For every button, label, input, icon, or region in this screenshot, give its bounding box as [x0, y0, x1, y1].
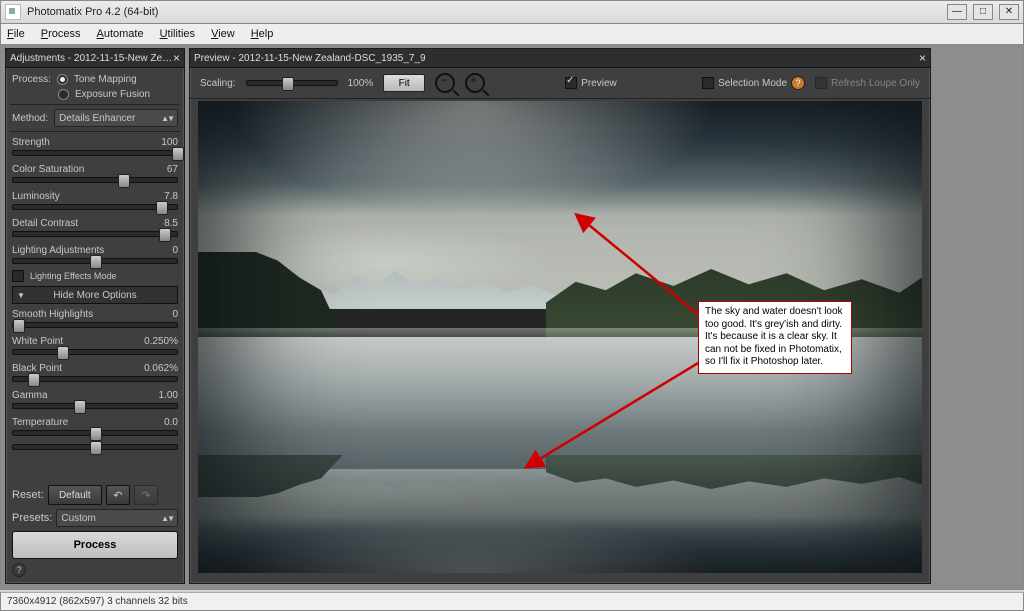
default-button[interactable]: Default — [48, 485, 102, 505]
help-button[interactable]: ? — [12, 563, 26, 577]
process-label: Process: — [12, 74, 51, 85]
maximize-button[interactable]: □ — [973, 4, 993, 20]
main-slider-slider[interactable] — [12, 204, 178, 210]
annotation-callout: The sky and water doesn't look too good.… — [698, 301, 852, 374]
method-label: Method: — [12, 113, 48, 124]
more-slider-slider[interactable] — [12, 376, 178, 382]
more-slider-value: 0.0 — [164, 417, 178, 428]
main-slider-value: 67 — [167, 164, 178, 175]
adjustments-panel: Adjustments - 2012-11-15-New Ze… × Proce… — [5, 48, 185, 584]
more-slider-slider[interactable] — [12, 349, 178, 355]
more-slider-value: 0 — [172, 309, 178, 320]
presets-label: Presets: — [12, 512, 52, 524]
more-slider-slider[interactable] — [12, 430, 178, 436]
preview-title-bar[interactable]: Preview - 2012-11-15-New Zealand-DSC_193… — [190, 49, 930, 68]
preview-toolbar: Scaling: 100% Fit − + Preview Selection … — [190, 68, 930, 99]
scaling-label: Scaling: — [200, 78, 236, 89]
adjustments-title-bar[interactable]: Adjustments - 2012-11-15-New Ze… × — [6, 49, 184, 68]
zoom-in-icon[interactable]: + — [465, 73, 485, 93]
minimize-button[interactable]: — — [947, 4, 967, 20]
selection-mode-help-icon[interactable]: ? — [791, 76, 805, 90]
main-slider-slider[interactable] — [12, 177, 178, 183]
menu-process[interactable]: Process — [41, 28, 81, 40]
scaling-slider[interactable] — [246, 80, 338, 86]
window-title-bar: Photomatix Pro 4.2 (64-bit) — □ ✕ — [0, 0, 1024, 24]
undo-button[interactable]: ↶ — [106, 485, 130, 505]
menu-automate[interactable]: Automate — [97, 28, 144, 40]
app-icon — [5, 4, 21, 20]
process-button[interactable]: Process — [12, 531, 178, 559]
adjustments-title: Adjustments - 2012-11-15-New Ze… — [10, 53, 172, 64]
status-bar: 7360x4912 (862x597) 3 channels 32 bits — [0, 592, 1024, 611]
presets-select[interactable]: Custom ▲▼ — [56, 509, 178, 527]
main-slider-label: Luminosity — [12, 191, 60, 202]
menu-help[interactable]: Help — [251, 28, 274, 40]
workspace: Adjustments - 2012-11-15-New Ze… × Proce… — [0, 44, 1024, 590]
select-arrows-icon: ▲▼ — [161, 114, 173, 123]
lighting-effects-checkbox[interactable] — [12, 270, 24, 282]
fit-button[interactable]: Fit — [383, 74, 425, 92]
more-slider-value: 0.062% — [144, 363, 178, 374]
selection-mode-label: Selection Mode — [718, 78, 787, 89]
preview-checkbox[interactable] — [565, 77, 577, 89]
lighting-effects-label: Lighting Effects Mode — [30, 271, 116, 281]
main-slider-slider[interactable] — [12, 231, 178, 237]
hide-more-label: Hide More Options — [53, 290, 136, 301]
more-slider-label: Smooth Highlights — [12, 309, 93, 320]
select-arrows-icon: ▲▼ — [161, 514, 173, 523]
refresh-loupe-label: Refresh Loupe Only — [831, 78, 920, 89]
radio-exposure-fusion[interactable] — [58, 89, 69, 100]
preview-close-icon[interactable]: × — [919, 51, 926, 65]
preview-image-area[interactable]: The sky and water doesn't look too good.… — [198, 101, 922, 573]
main-slider-label: Detail Contrast — [12, 218, 78, 229]
more-slider-slider[interactable] — [12, 403, 178, 409]
hide-more-options-header[interactable]: ▼ Hide More Options — [12, 286, 178, 304]
selection-mode-checkbox[interactable] — [702, 77, 714, 89]
more-slider-label: White Point — [12, 336, 63, 347]
method-value: Details Enhancer — [59, 113, 135, 124]
menu-file[interactable]: File — [7, 28, 25, 40]
refresh-loupe-checkbox[interactable] — [815, 77, 827, 89]
main-slider-label: Color Saturation — [12, 164, 84, 175]
preview-panel: Preview - 2012-11-15-New Zealand-DSC_193… — [189, 48, 931, 584]
preview-title: Preview - 2012-11-15-New Zealand-DSC_193… — [194, 53, 426, 64]
radio-tone-mapping[interactable] — [57, 74, 68, 85]
more-slider-label: Temperature — [12, 417, 68, 428]
presets-value: Custom — [61, 513, 95, 524]
main-slider-value: 0 — [172, 245, 178, 256]
close-button[interactable]: ✕ — [999, 4, 1019, 20]
menu-utilities[interactable]: Utilities — [160, 28, 195, 40]
status-text: 7360x4912 (862x597) 3 channels 32 bits — [7, 596, 188, 607]
scaling-value: 100% — [348, 78, 374, 89]
more-slider-value: 0.250% — [144, 336, 178, 347]
reset-label: Reset: — [12, 489, 44, 501]
window-title: Photomatix Pro 4.2 (64-bit) — [27, 6, 158, 18]
main-slider-slider[interactable] — [12, 258, 178, 264]
adjustments-close-icon[interactable]: × — [173, 51, 180, 65]
preview-checkbox-label: Preview — [581, 78, 617, 89]
more-slider-label: Gamma — [12, 390, 48, 401]
method-select[interactable]: Details Enhancer ▲▼ — [54, 109, 178, 127]
collapse-triangle-icon: ▼ — [17, 291, 25, 300]
main-slider-slider[interactable] — [12, 150, 178, 156]
main-slider-label: Strength — [12, 137, 50, 148]
menu-bar: File Process Automate Utilities View Hel… — [0, 24, 1024, 44]
redo-button[interactable]: ↷ — [134, 485, 158, 505]
zoom-out-icon[interactable]: − — [435, 73, 455, 93]
extra-slider-track[interactable] — [12, 444, 178, 450]
more-slider-value: 1.00 — [159, 390, 178, 401]
tone-mapping-label: Tone Mapping — [74, 74, 137, 85]
more-slider-slider[interactable] — [12, 322, 178, 328]
menu-view[interactable]: View — [211, 28, 235, 40]
exposure-fusion-label: Exposure Fusion — [75, 89, 150, 100]
